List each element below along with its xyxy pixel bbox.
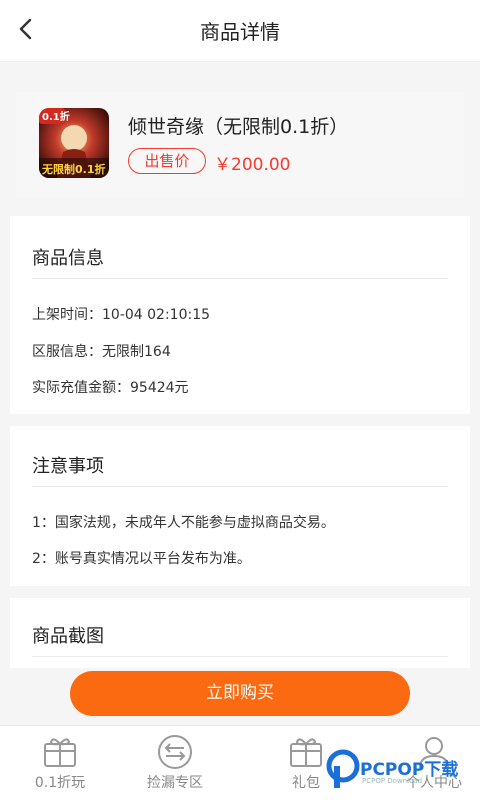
tab-discount-play[interactable]: 0.1折玩 bbox=[0, 726, 120, 800]
info-value: 无限制164 bbox=[102, 344, 171, 360]
watermark-logo-icon bbox=[326, 749, 360, 788]
info-label: 实际充值金额： bbox=[32, 380, 130, 396]
icon-caption-text: 无限制0.1折 bbox=[41, 162, 106, 176]
gift-box-icon bbox=[290, 738, 322, 767]
product-summary: 0.1折 无限制0.1折 倾世奇缘（无限制0.1折） 出售价 ￥200.00 bbox=[16, 92, 464, 198]
product-price: ￥200.00 bbox=[214, 155, 291, 175]
section-title: 商品信息 bbox=[32, 248, 104, 269]
exchange-arrows-icon bbox=[158, 735, 192, 769]
page-title: 商品详情 bbox=[200, 20, 280, 44]
product-info-card: 商品信息 上架时间：10-04 02:10:15 区服信息：无限制164 实际充… bbox=[10, 216, 470, 414]
info-row-recharge: 实际充值金额：95424元 bbox=[32, 377, 189, 397]
info-row-listed-time: 上架时间：10-04 02:10:15 bbox=[32, 304, 210, 324]
gift-box-icon bbox=[44, 738, 76, 767]
buy-now-button[interactable]: 立即购买 bbox=[70, 671, 410, 716]
notes-card: 注意事项 1：国家法规，未成年人不能参与虚拟商品交易。 2：账号真实情况以平台发… bbox=[10, 426, 470, 586]
info-row-server: 区服信息：无限制164 bbox=[32, 341, 171, 361]
screenshots-card: 商品截图 bbox=[10, 598, 470, 668]
watermark-subtext: PCPOP Download bbox=[362, 777, 423, 785]
divider bbox=[32, 486, 448, 487]
note-item: 1：国家法规，未成年人不能参与虚拟商品交易。 bbox=[32, 515, 335, 531]
top-bar: 商品详情 bbox=[0, 0, 480, 62]
product-name: 倾世奇缘（无限制0.1折） bbox=[128, 116, 349, 138]
icon-badge-text: 0.1折 bbox=[42, 110, 70, 123]
info-value: 10-04 02:10:15 bbox=[102, 307, 211, 323]
tab-label: 捡漏专区 bbox=[147, 775, 203, 791]
sale-price-badge: 出售价 bbox=[128, 148, 206, 174]
tab-label: 0.1折玩 bbox=[34, 775, 86, 791]
info-label: 上架时间： bbox=[32, 307, 102, 323]
section-title: 商品截图 bbox=[32, 626, 104, 647]
section-title: 注意事项 bbox=[32, 456, 104, 477]
divider bbox=[32, 278, 448, 279]
info-value: 95424元 bbox=[130, 380, 189, 396]
divider bbox=[32, 656, 448, 657]
watermark: PCPOP下载 PCPOP Download bbox=[326, 745, 476, 795]
tab-bargain-zone[interactable]: 捡漏专区 bbox=[115, 726, 235, 800]
note-item: 2：账号真实情况以平台发布为准。 bbox=[32, 551, 251, 567]
info-label: 区服信息： bbox=[32, 344, 102, 360]
game-icon: 0.1折 无限制0.1折 bbox=[39, 108, 109, 178]
